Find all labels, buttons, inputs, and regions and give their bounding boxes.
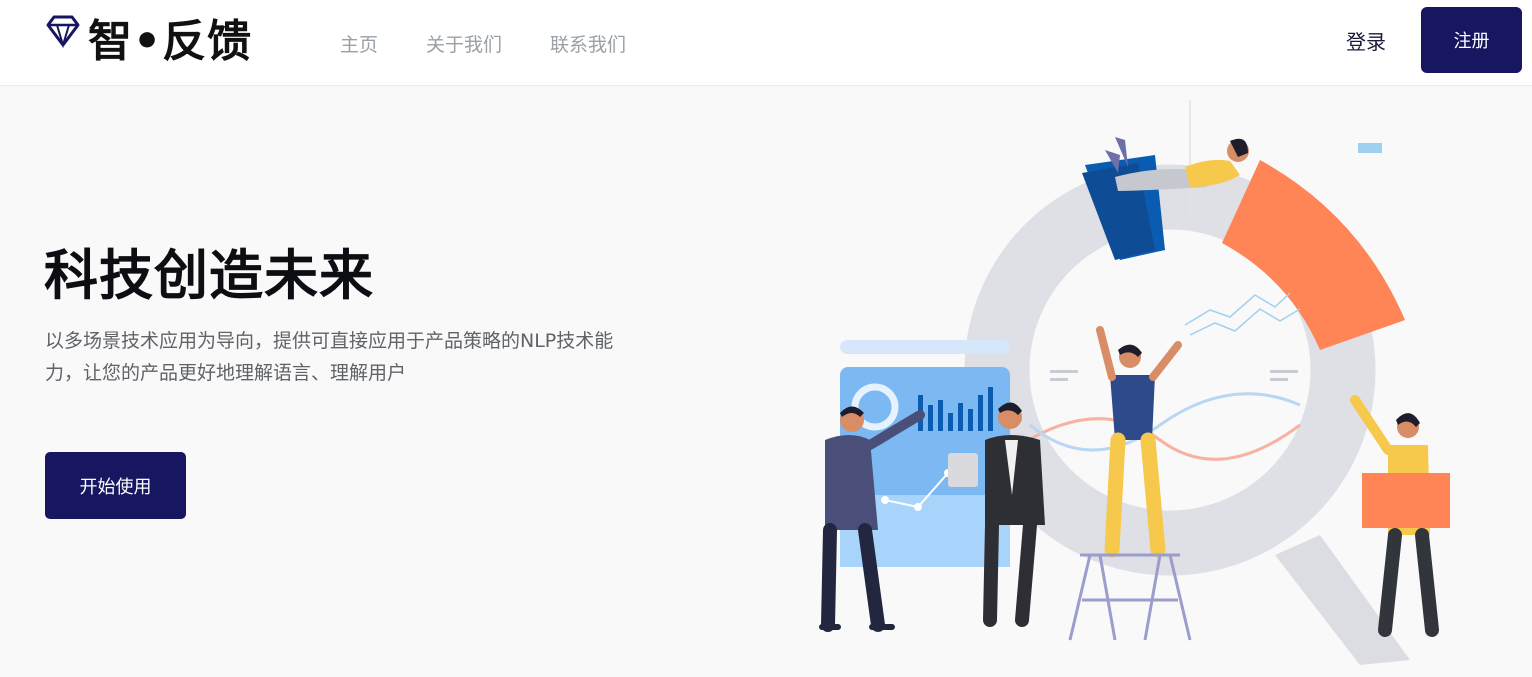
diamond-icon — [46, 15, 80, 48]
person-holding-box-graphic — [1350, 395, 1450, 637]
hero-description: 以多场景技术应用为导向，提供可直接应用于产品策略的NLP技术能力，让您的产品更好… — [45, 330, 614, 384]
login-link[interactable]: 登录 — [1346, 26, 1386, 58]
nav-link-contact[interactable]: 联系我们 — [550, 30, 626, 57]
brand-name: 智•反馈 — [88, 16, 253, 67]
hero-title: 科技创造未来 — [44, 244, 374, 307]
hero-illustration — [819, 100, 1450, 665]
brand-logo[interactable]: 智•反馈 — [44, 12, 252, 72]
register-button[interactable]: 注册 — [1421, 7, 1522, 73]
nav-link-about[interactable]: 关于我们 — [426, 30, 502, 57]
get-started-button[interactable]: 开始使用 — [45, 452, 186, 519]
main-nav: 主页 关于我们 联系我们 — [340, 0, 674, 86]
top-navbar: 智•反馈 主页 关于我们 联系我们 登录 注册 — [0, 0, 1532, 86]
donut-chart-graphic — [964, 155, 1410, 665]
nav-link-home[interactable]: 主页 — [340, 30, 378, 57]
